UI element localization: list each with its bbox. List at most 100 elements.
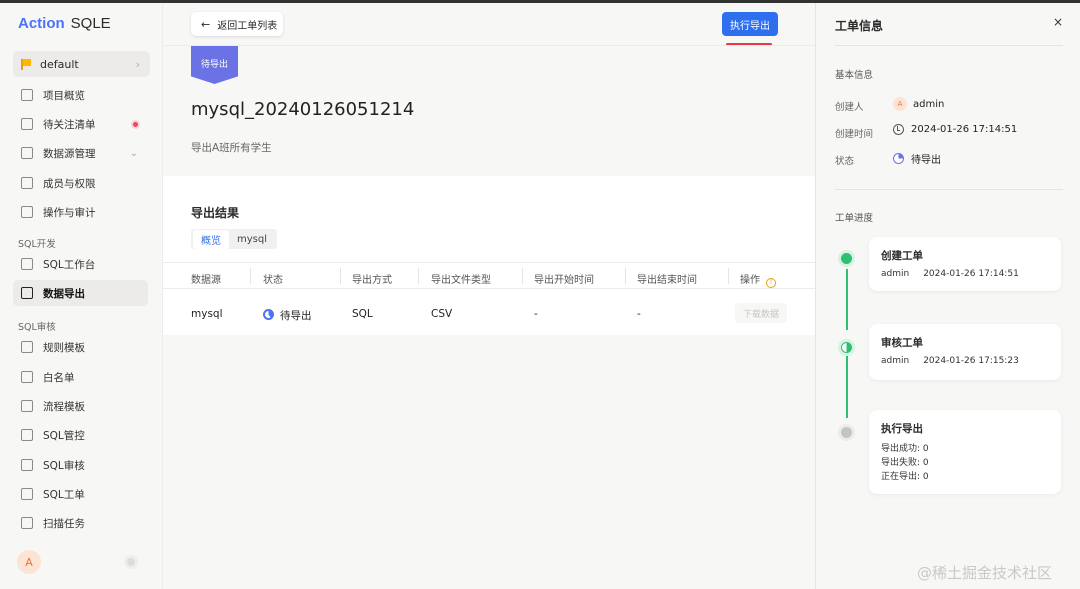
settings-icon[interactable]: [124, 555, 138, 569]
audit-icon: [21, 206, 33, 218]
sidebar-item-watchlist[interactable]: 待关注清单: [13, 111, 148, 137]
ticket-description: 导出A班所有学生: [191, 142, 272, 154]
created-time-label: 创建时间: [835, 129, 874, 140]
creator-label: 创建人: [835, 102, 864, 113]
database-icon: [21, 147, 33, 159]
project-name: default: [40, 57, 79, 71]
status-ribbon: 待导出: [191, 46, 238, 84]
status-label: 状态: [835, 156, 855, 167]
created-time-value: 2024-01-26 17:14:51: [893, 124, 1017, 135]
cell-start-time: -: [534, 308, 538, 320]
panel-title: 工单信息: [835, 19, 884, 33]
download-data-button[interactable]: 下载数据: [735, 303, 787, 323]
header-divider: [163, 45, 815, 46]
dashboard-icon: [21, 118, 33, 130]
cell-method: SQL: [352, 308, 373, 320]
sidebar-item-sql-control[interactable]: SQL管控: [13, 422, 148, 448]
sidebar: Action SQLE default › 项目概览 待关注清单 数据源管理 ⌄ 成…: [0, 3, 163, 589]
col-separator: [625, 268, 626, 284]
table-header: 数据源 状态 导出方式 导出文件类型 导出开始时间 导出结束时间 操作!: [163, 262, 815, 289]
pending-icon: [893, 153, 904, 164]
progress-heading: 工单进度: [835, 213, 874, 224]
col-start-time: 导出开始时间: [534, 275, 594, 286]
panel-divider: [835, 189, 1063, 190]
main-content: ← 返回工单列表 执行导出 待导出 mysql_20240126051214 导出…: [163, 3, 815, 589]
app-logo[interactable]: Action SQLE: [18, 15, 111, 32]
back-to-tickets-button[interactable]: ← 返回工单列表: [191, 12, 283, 36]
scan-icon: [21, 517, 33, 529]
export-icon: [21, 287, 33, 299]
col-method: 导出方式: [352, 275, 392, 286]
col-status: 状态: [263, 275, 283, 286]
sidebar-item-whitelist[interactable]: 白名单: [13, 364, 148, 390]
timeline-line: [846, 356, 848, 418]
creator-avatar: A: [893, 97, 907, 111]
cell-file-type: CSV: [431, 308, 453, 320]
sidebar-item-scan-task[interactable]: 扫描任务: [13, 510, 148, 536]
basic-info-heading: 基本信息: [835, 70, 874, 81]
flag-icon: [21, 58, 31, 70]
creator-value: Aadmin: [893, 97, 944, 111]
step-pending-icon: [841, 427, 852, 438]
rule-icon: [21, 341, 33, 353]
sidebar-item-rule-template[interactable]: 规则模板: [13, 334, 148, 360]
sidebar-item-sql-audit[interactable]: SQL审核: [13, 452, 148, 478]
sidebar-item-datasource[interactable]: 数据源管理 ⌄: [13, 140, 148, 166]
timeline-step-export: 执行导出 导出成功: 0 导出失败: 0 正在导出: 0: [869, 410, 1061, 494]
result-card: [163, 176, 815, 335]
status-value: 待导出: [893, 151, 941, 166]
clock-icon: [893, 124, 904, 135]
step-done-icon: [841, 253, 852, 264]
members-icon: [21, 177, 33, 189]
col-end-time: 导出结束时间: [637, 275, 697, 286]
whitelist-icon: [21, 371, 33, 383]
sidebar-item-members[interactable]: 成员与权限: [13, 170, 148, 196]
col-separator: [728, 268, 729, 284]
cell-end-time: -: [637, 308, 641, 320]
result-tabs: 概览 mysql: [191, 229, 277, 249]
step-progress-icon: [841, 342, 852, 353]
arrow-left-icon: ←: [201, 17, 211, 31]
col-separator: [522, 268, 523, 284]
cell-status: 待导出: [263, 308, 312, 323]
section-sql-dev: SQL开发: [18, 239, 56, 250]
tab-overview[interactable]: 概览: [193, 229, 229, 249]
sidebar-item-sql-ticket[interactable]: SQL工单: [13, 481, 148, 507]
execute-export-button[interactable]: 执行导出: [722, 12, 778, 36]
audit-doc-icon: [21, 459, 33, 471]
sidebar-item-data-export[interactable]: 数据导出: [13, 280, 148, 306]
layers-icon: [21, 89, 33, 101]
chevron-down-icon: ⌄: [129, 147, 138, 159]
sidebar-item-flow-template[interactable]: 流程模板: [13, 393, 148, 419]
cell-source: mysql: [191, 308, 223, 320]
project-selector[interactable]: default ›: [13, 51, 150, 77]
sidebar-item-audit-log[interactable]: 操作与审计: [13, 199, 148, 225]
info-icon[interactable]: !: [766, 278, 776, 288]
flow-icon: [21, 400, 33, 412]
section-sql-audit: SQL审核: [18, 322, 56, 333]
col-separator: [250, 268, 251, 284]
timeline-line: [846, 269, 848, 330]
col-separator: [418, 268, 419, 284]
page-title: mysql_20240126051214: [191, 99, 415, 120]
notification-dot: [133, 121, 138, 127]
col-separator: [340, 268, 341, 284]
fingerprint-icon: [21, 429, 33, 441]
pending-status-icon: [263, 309, 274, 320]
timeline-step-review: 审核工单 admin 2024-01-26 17:15:23: [869, 324, 1061, 380]
monitor-icon: [21, 258, 33, 270]
ticket-info-panel: 工单信息 × 基本信息 创建人 Aadmin 创建时间 2024-01-26 1…: [815, 3, 1080, 589]
result-title: 导出结果: [191, 206, 240, 220]
user-avatar[interactable]: A: [17, 550, 41, 574]
chevron-right-icon: ›: [135, 57, 140, 71]
col-source: 数据源: [191, 275, 221, 286]
sidebar-item-overview[interactable]: 项目概览: [13, 82, 148, 108]
panel-divider: [835, 45, 1063, 46]
sidebar-item-sql-workbench[interactable]: SQL工作台: [13, 251, 148, 277]
ticket-icon: [21, 488, 33, 500]
close-icon[interactable]: ×: [1053, 15, 1063, 29]
col-action: 操作!: [740, 271, 776, 288]
timeline-step-create: 创建工单 admin 2024-01-26 17:14:51: [869, 237, 1061, 291]
tab-mysql[interactable]: mysql: [229, 232, 275, 247]
col-file-type: 导出文件类型: [431, 275, 491, 286]
